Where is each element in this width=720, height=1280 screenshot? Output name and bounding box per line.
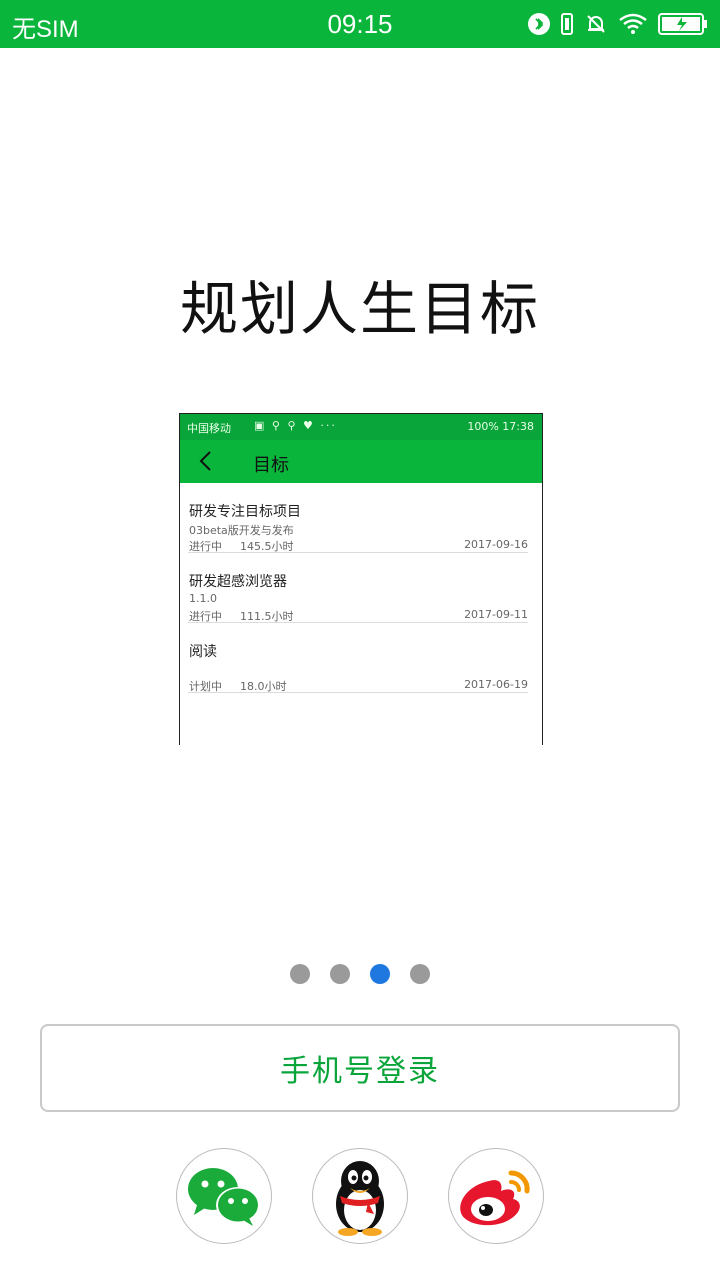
qq-icon bbox=[336, 1161, 384, 1236]
preview-notification-icons: ▣ ⚲ ⚲ ♥ ··· bbox=[254, 419, 337, 432]
preview-title: 目标 bbox=[253, 455, 289, 476]
wechat-login-button[interactable] bbox=[176, 1148, 272, 1244]
page-dot-4[interactable] bbox=[410, 964, 430, 984]
goal-title: 研发超感浏览器 bbox=[189, 574, 287, 590]
qq-login-button[interactable] bbox=[312, 1148, 408, 1244]
page-dot-1[interactable] bbox=[290, 964, 310, 984]
bell-off-icon bbox=[584, 12, 608, 36]
list-item: 研发超感浏览器 1.1.0 进行中 111.5小时 2017-09-11 bbox=[188, 553, 528, 623]
goal-status: 计划中 bbox=[189, 680, 222, 693]
wifi-icon bbox=[618, 13, 648, 35]
weibo-icon bbox=[460, 1170, 530, 1226]
preview-status-right: 100% 17:38 bbox=[467, 420, 534, 433]
bluetooth-icon bbox=[528, 12, 550, 36]
vibrate-icon bbox=[560, 12, 574, 36]
battery-charging-icon bbox=[658, 13, 708, 35]
goal-date: 2017-06-19 bbox=[464, 678, 528, 691]
goal-date: 2017-09-11 bbox=[464, 608, 528, 621]
goal-title: 阅读 bbox=[189, 644, 217, 660]
wechat-icon bbox=[188, 1168, 260, 1226]
list-item: 阅读 计划中 18.0小时 2017-06-19 bbox=[188, 623, 528, 693]
goal-hours: 18.0小时 bbox=[240, 680, 287, 693]
goal-date: 2017-09-16 bbox=[464, 538, 528, 551]
goal-hours: 145.5小时 bbox=[240, 540, 294, 553]
preview-goal-list: 研发专注目标项目 03beta版开发与发布 进行中 145.5小时 2017-0… bbox=[180, 483, 542, 693]
phone-login-button[interactable]: 手机号登录 bbox=[40, 1024, 680, 1112]
preview-toolbar: 目标 bbox=[180, 440, 542, 483]
app-preview-screenshot: 中国移动 ▣ ⚲ ⚲ ♥ ··· 100% 17:38 目标 研发专注目标项目 … bbox=[179, 413, 543, 745]
page-dot-2[interactable] bbox=[330, 964, 350, 984]
goal-title: 研发专注目标项目 bbox=[189, 504, 301, 520]
goal-status: 进行中 bbox=[189, 610, 222, 623]
back-icon bbox=[199, 451, 211, 471]
weibo-login-button[interactable] bbox=[448, 1148, 544, 1244]
goal-subtitle: 1.1.0 bbox=[189, 592, 217, 605]
status-bar: 无SIM 09:15 bbox=[0, 0, 720, 48]
page-indicator bbox=[0, 964, 720, 984]
preview-carrier: 中国移动 bbox=[187, 422, 231, 435]
list-item: 研发专注目标项目 03beta版开发与发布 进行中 145.5小时 2017-0… bbox=[188, 483, 528, 553]
preview-status-bar: 中国移动 ▣ ⚲ ⚲ ♥ ··· 100% 17:38 bbox=[180, 414, 542, 440]
goal-subtitle: 03beta版开发与发布 bbox=[189, 524, 294, 537]
page-dot-3-active[interactable] bbox=[370, 964, 390, 984]
goal-hours: 111.5小时 bbox=[240, 610, 294, 623]
slide-headline: 规划人生目标 bbox=[179, 275, 540, 343]
goal-status: 进行中 bbox=[189, 540, 222, 553]
